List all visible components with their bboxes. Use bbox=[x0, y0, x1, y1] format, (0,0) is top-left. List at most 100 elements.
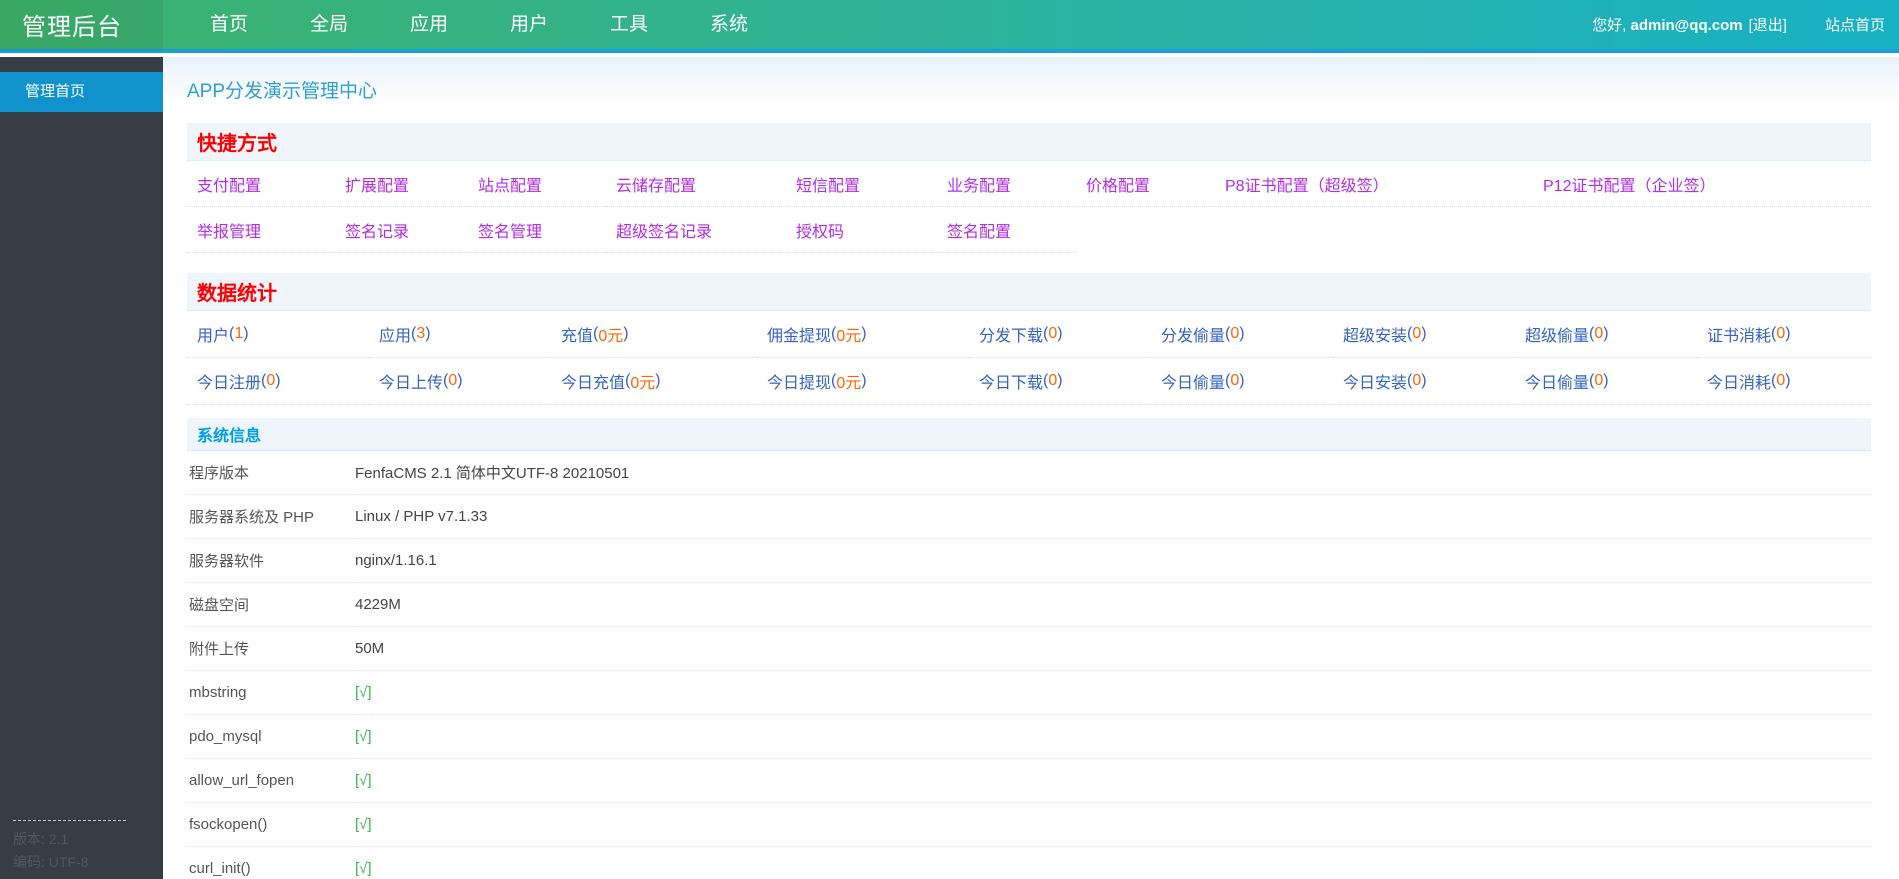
shortcut-cell: 签名配置 bbox=[937, 207, 1076, 253]
info-label: pdo_mysql bbox=[187, 715, 355, 759]
stat-link[interactable]: 超级偷量 bbox=[1525, 322, 1589, 346]
shortcut-link[interactable]: 短信配置 bbox=[796, 172, 860, 196]
stat-paren: ) bbox=[275, 372, 281, 389]
shortcut-link[interactable]: 超级签名记录 bbox=[616, 218, 712, 242]
stat-link[interactable]: 今日安装 bbox=[1343, 369, 1407, 393]
shortcut-cell: 支付配置 bbox=[187, 161, 335, 207]
info-row: 附件上传 50M bbox=[187, 627, 1871, 671]
shortcut-cell: 举报管理 bbox=[187, 207, 335, 253]
stat-item: 今日上传(0) bbox=[369, 358, 551, 405]
user-email: admin@qq.com bbox=[1630, 17, 1743, 34]
shortcut-link[interactable]: 举报管理 bbox=[197, 218, 261, 242]
stat-link[interactable]: 今日充值 bbox=[561, 369, 625, 393]
info-value: 4229M bbox=[355, 583, 1871, 627]
stat-value: 0元 bbox=[598, 328, 624, 345]
info-label: mbstring bbox=[187, 671, 355, 715]
stats-section-header: 数据统计 bbox=[187, 273, 1871, 311]
shortcut-link[interactable]: 签名记录 bbox=[345, 218, 409, 242]
stat-link[interactable]: 用户 bbox=[197, 322, 229, 346]
sidebar-item-admin-home[interactable]: 管理首页 bbox=[0, 72, 163, 112]
shortcut-link[interactable]: P12证书配置（企业签） bbox=[1543, 172, 1715, 196]
info-label: 磁盘空间 bbox=[187, 583, 355, 627]
shortcut-cell: 扩展配置 bbox=[335, 161, 468, 207]
info-value-check: [√] bbox=[355, 803, 1871, 847]
shortcut-cell: P12证书配置（企业签） bbox=[1533, 161, 1871, 207]
stat-value: 0 bbox=[448, 372, 458, 389]
shortcut-cell: 云储存配置 bbox=[606, 161, 786, 207]
shortcut-cell bbox=[1076, 207, 1215, 253]
stat-value: 1 bbox=[234, 325, 244, 342]
menu-item-0[interactable]: 首页 bbox=[179, 0, 279, 51]
stats-section-title: 数据统计 bbox=[197, 283, 277, 305]
stat-link[interactable]: 超级安装 bbox=[1343, 322, 1407, 346]
stat-value: 0元 bbox=[836, 328, 862, 345]
info-row: 服务器软件 nginx/1.16.1 bbox=[187, 539, 1871, 583]
shortcut-link[interactable]: 支付配置 bbox=[197, 172, 261, 196]
system-info-title: 系统信息 bbox=[197, 428, 262, 445]
shortcut-link[interactable]: 价格配置 bbox=[1086, 172, 1150, 196]
stat-paren: ) bbox=[243, 325, 249, 342]
encoding-label: 编码: UTF-8 bbox=[13, 854, 89, 870]
stat-link[interactable]: 证书消耗 bbox=[1707, 322, 1771, 346]
stat-value: 0 bbox=[1594, 372, 1604, 389]
shortcut-link[interactable]: 云储存配置 bbox=[616, 172, 696, 196]
info-value: Linux / PHP v7.1.33 bbox=[355, 495, 1871, 539]
stat-link[interactable]: 应用 bbox=[379, 322, 411, 346]
shortcuts-section: 快捷方式 支付配置 扩展配置 站点配置 云储存配置 短信配置 业务配置 价格配置 P8证书配置… bbox=[187, 123, 1871, 253]
content-area: APP分发演示管理中心 快捷方式 支付配置 扩展配置 站点配置 云储存配置 短信配置 业务… bbox=[163, 57, 1899, 879]
stat-paren: ) bbox=[861, 325, 867, 342]
stat-link[interactable]: 佣金提现 bbox=[767, 322, 831, 346]
shortcut-link[interactable]: 签名管理 bbox=[478, 218, 542, 242]
stat-link[interactable]: 充值 bbox=[561, 322, 593, 346]
info-label: 服务器软件 bbox=[187, 539, 355, 583]
shortcut-link[interactable]: 扩展配置 bbox=[345, 172, 409, 196]
info-label: curl_init() bbox=[187, 847, 355, 879]
stat-paren: ) bbox=[457, 372, 463, 389]
shortcut-link[interactable]: 业务配置 bbox=[947, 172, 1011, 196]
menu-item-1[interactable]: 全局 bbox=[279, 0, 379, 51]
info-value-check: [√] bbox=[355, 759, 1871, 803]
info-label: 程序版本 bbox=[187, 451, 355, 495]
greeting-prefix: 您好, bbox=[1592, 17, 1627, 34]
stat-item: 超级安装(0) bbox=[1333, 311, 1515, 358]
stat-item: 分发下载(0) bbox=[969, 311, 1151, 358]
stat-value: 0 bbox=[1048, 372, 1058, 389]
info-row: mbstring [√] bbox=[187, 671, 1871, 715]
stat-value: 0元 bbox=[836, 375, 862, 392]
stat-link[interactable]: 今日提现 bbox=[767, 369, 831, 393]
stat-link[interactable]: 今日偷量 bbox=[1525, 369, 1589, 393]
shortcut-cell bbox=[1533, 207, 1871, 253]
shortcut-link[interactable]: 站点配置 bbox=[478, 172, 542, 196]
stat-paren: ) bbox=[1421, 325, 1427, 342]
stat-value: 0 bbox=[1594, 325, 1604, 342]
stat-link[interactable]: 分发下载 bbox=[979, 322, 1043, 346]
menu-item-2[interactable]: 应用 bbox=[379, 0, 479, 51]
menu-item-5[interactable]: 系统 bbox=[679, 0, 779, 51]
logout-link[interactable]: [退出] bbox=[1749, 14, 1787, 35]
shortcut-link[interactable]: P8证书配置（超级签） bbox=[1225, 172, 1389, 196]
stat-item: 充值(0元) bbox=[551, 311, 757, 358]
site-home-link[interactable]: 站点首页 bbox=[1825, 14, 1885, 35]
navbar-right: 您好, admin@qq.com [退出] 站点首页 bbox=[1592, 14, 1899, 35]
shortcut-link[interactable]: 授权码 bbox=[796, 218, 844, 242]
sidebar-footer: 版本: 2.1 编码: UTF-8 bbox=[13, 820, 153, 874]
info-value-check: [√] bbox=[355, 671, 1871, 715]
stat-item: 超级偷量(0) bbox=[1515, 311, 1697, 358]
stat-item: 证书消耗(0) bbox=[1697, 311, 1871, 358]
system-info-table: 程序版本 FenfaCMS 2.1 简体中文UTF-8 20210501 服务器系统… bbox=[187, 451, 1871, 879]
stats-grid: 用户(1) 应用(3) 充值(0元) 佣金提现(0元) 分发下载(0) 分发偷量(0) 超级… bbox=[187, 311, 1871, 405]
stat-paren: ) bbox=[1057, 325, 1063, 342]
stat-link[interactable]: 今日消耗 bbox=[1707, 369, 1771, 393]
shortcut-link[interactable]: 签名配置 bbox=[947, 218, 1011, 242]
stat-item: 用户(1) bbox=[187, 311, 369, 358]
info-value-check: [√] bbox=[355, 847, 1871, 879]
shortcut-cell: 签名管理 bbox=[468, 207, 606, 253]
system-info-header: 系统信息 bbox=[187, 418, 1871, 451]
stat-link[interactable]: 分发偷量 bbox=[1161, 322, 1225, 346]
stat-link[interactable]: 今日下载 bbox=[979, 369, 1043, 393]
menu-item-3[interactable]: 用户 bbox=[479, 0, 579, 51]
menu-item-4[interactable]: 工具 bbox=[579, 0, 679, 51]
stat-link[interactable]: 今日上传 bbox=[379, 369, 443, 393]
stat-link[interactable]: 今日偷量 bbox=[1161, 369, 1225, 393]
stat-link[interactable]: 今日注册 bbox=[197, 369, 261, 393]
